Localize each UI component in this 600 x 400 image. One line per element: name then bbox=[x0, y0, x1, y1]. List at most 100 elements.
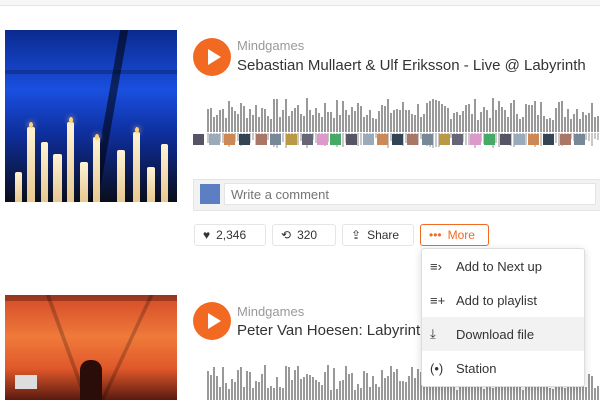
waveform-bar bbox=[507, 117, 509, 132]
comment-avatar-thumb[interactable] bbox=[256, 134, 267, 145]
waveform-bar bbox=[228, 389, 230, 400]
waveform-bar bbox=[537, 115, 539, 132]
waveform-bar bbox=[510, 103, 512, 132]
waveform-bar bbox=[396, 109, 398, 132]
waveform-bar bbox=[393, 372, 395, 400]
waveform-bar bbox=[375, 119, 377, 132]
comment-avatar-thumb[interactable] bbox=[452, 134, 463, 145]
comment-avatar-thumb[interactable] bbox=[560, 134, 571, 145]
comment-avatar-thumb[interactable] bbox=[239, 134, 250, 145]
waveform-bar bbox=[522, 117, 524, 132]
track-uploader[interactable]: Mindgames bbox=[237, 304, 304, 319]
waveform-bar bbox=[453, 113, 455, 132]
comment-avatar-thumb[interactable] bbox=[514, 134, 525, 145]
waveform-bar bbox=[474, 99, 476, 132]
comment-avatar-thumb[interactable] bbox=[528, 134, 539, 145]
comment-avatar-thumb[interactable] bbox=[439, 134, 450, 145]
comment-avatar-thumb[interactable] bbox=[392, 134, 403, 145]
share-icon: ⇪ bbox=[351, 228, 362, 242]
waveform-bar bbox=[342, 380, 344, 400]
waveform-bar bbox=[573, 114, 575, 132]
waveform-bar bbox=[405, 110, 407, 132]
waveform-bar bbox=[420, 117, 422, 132]
repost-button[interactable]: ⟲ 320 bbox=[272, 224, 336, 246]
more-button[interactable]: ••• More bbox=[420, 224, 489, 246]
waveform-bar bbox=[315, 108, 317, 132]
artwork-shape bbox=[100, 295, 154, 400]
heart-icon: ♥ bbox=[203, 228, 211, 242]
waveform-bar bbox=[282, 388, 284, 400]
comment-avatar-thumb[interactable] bbox=[302, 134, 313, 145]
waveform[interactable] bbox=[207, 97, 600, 132]
waveform-bar bbox=[558, 102, 560, 132]
waveform-bar bbox=[423, 114, 425, 132]
waveform-bar bbox=[363, 117, 365, 132]
waveform-bar bbox=[330, 390, 332, 400]
waveform-bar bbox=[486, 110, 488, 132]
waveform-bar bbox=[432, 99, 434, 132]
comment-avatar-thumb[interactable] bbox=[407, 134, 418, 145]
comment-avatar-thumb[interactable] bbox=[193, 134, 204, 145]
comment-avatar-thumb[interactable] bbox=[330, 134, 341, 145]
waveform-bar bbox=[243, 106, 245, 132]
waveform-bar bbox=[252, 388, 254, 400]
comment-avatar-thumb[interactable] bbox=[377, 134, 388, 145]
comment-avatar-thumb[interactable] bbox=[286, 134, 297, 145]
comment-avatar-thumb[interactable] bbox=[224, 134, 235, 145]
comment-avatar-thumb[interactable] bbox=[363, 134, 374, 145]
comment-avatar-thumb[interactable] bbox=[422, 134, 433, 145]
waveform-bar bbox=[492, 388, 494, 400]
waveform-bar bbox=[246, 118, 248, 132]
track-artwork[interactable] bbox=[5, 295, 177, 400]
waveform-bar bbox=[567, 109, 569, 132]
track-uploader[interactable]: Mindgames bbox=[237, 38, 304, 53]
comment-avatar-thumb[interactable] bbox=[317, 134, 328, 145]
waveform-bar bbox=[378, 111, 380, 132]
waveform-bar bbox=[345, 366, 347, 400]
play-button[interactable] bbox=[193, 302, 231, 340]
waveform-bar bbox=[438, 101, 440, 132]
share-button[interactable]: ⇪ Share bbox=[342, 224, 414, 246]
waveform-bar bbox=[336, 100, 338, 132]
waveform-bar bbox=[306, 98, 308, 132]
track-artwork[interactable] bbox=[5, 30, 177, 202]
menu-item-download-file[interactable]: ⤓ Download file bbox=[422, 317, 584, 351]
comment-avatar-thumb[interactable] bbox=[346, 134, 357, 145]
artwork-shape bbox=[5, 70, 177, 74]
menu-item-add-to-next-up[interactable]: ≡› Add to Next up bbox=[422, 249, 584, 283]
menu-item-add-to-playlist[interactable]: ≡+ Add to playlist bbox=[422, 283, 584, 317]
like-button[interactable]: ♥ 2,346 bbox=[194, 224, 266, 246]
play-button[interactable] bbox=[193, 38, 231, 76]
comment-avatar-thumb[interactable] bbox=[470, 134, 481, 145]
comment-avatar-thumb[interactable] bbox=[209, 134, 220, 145]
comment-input[interactable] bbox=[224, 183, 596, 205]
waveform-bar bbox=[333, 368, 335, 400]
waveform-bar bbox=[276, 99, 278, 132]
waveform-bar bbox=[450, 386, 452, 400]
waveform-bar bbox=[339, 381, 341, 400]
comment-avatar-thumb[interactable] bbox=[484, 134, 495, 145]
waveform-bar bbox=[582, 112, 584, 132]
track-title[interactable]: Sebastian Mullaert & Ulf Eriksson - Live… bbox=[237, 57, 600, 74]
comment-avatar-thumb[interactable] bbox=[574, 134, 585, 145]
comment-avatar-thumb[interactable] bbox=[270, 134, 281, 145]
waveform-bar bbox=[594, 117, 596, 132]
waveform-bar bbox=[543, 116, 545, 132]
menu-item-station[interactable]: (•) Station bbox=[422, 351, 584, 385]
waveform-bar bbox=[255, 105, 257, 132]
waveform-bar bbox=[240, 103, 242, 132]
comment-avatar-thumb[interactable] bbox=[500, 134, 511, 145]
waveform-bar bbox=[402, 102, 404, 132]
artwork-shape bbox=[80, 360, 102, 400]
waveform-bar bbox=[576, 109, 578, 132]
waveform-bar bbox=[261, 374, 263, 400]
comment-avatar-thumb[interactable] bbox=[543, 134, 554, 145]
waveform-bar bbox=[213, 117, 215, 132]
waveform-bar bbox=[291, 111, 293, 132]
waveform-bar bbox=[531, 105, 533, 132]
waveform-bar bbox=[303, 116, 305, 132]
waveform-bar bbox=[552, 389, 554, 400]
waveform-bar bbox=[390, 113, 392, 132]
comment-avatars-timeline[interactable] bbox=[193, 134, 600, 145]
waveform-bar bbox=[408, 376, 410, 400]
